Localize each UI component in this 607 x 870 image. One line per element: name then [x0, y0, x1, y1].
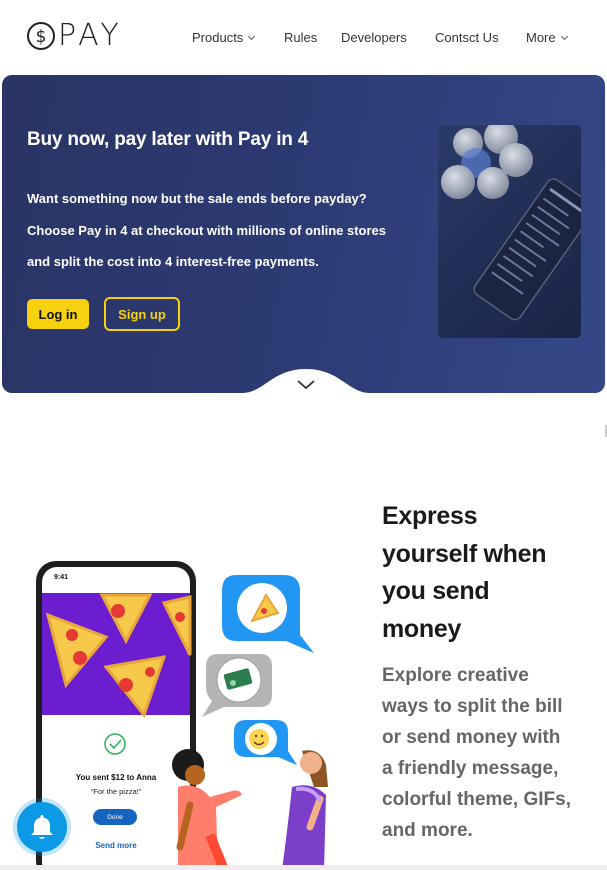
nav-developers-label: Developers	[341, 30, 407, 45]
hero-banner: Buy now, pay later with Pay in 4 Want so…	[2, 75, 605, 393]
coins-phone-illustration	[441, 125, 581, 321]
section-title-line: Express	[382, 502, 478, 530]
phone-send-more-link[interactable]: Send more	[42, 841, 190, 850]
bottom-scroll-bar	[0, 865, 607, 870]
logo-text: PAY	[58, 18, 123, 53]
section-desc-line: colorful theme, GIFs,	[382, 789, 571, 810]
chevron-down-icon	[560, 32, 568, 41]
signup-button[interactable]: Sign up	[104, 297, 180, 331]
nav-products-label: Products	[192, 30, 244, 45]
dollar-coin-icon: $	[27, 22, 55, 50]
section-title-line: you send	[382, 577, 490, 605]
nav-rules[interactable]: Rules	[284, 30, 317, 45]
scroll-down-tab[interactable]	[242, 361, 370, 393]
hero-coins-phone-image	[438, 125, 581, 338]
hero-description: Want something now but the sale ends bef…	[27, 183, 407, 278]
section-desc-line: Explore creative	[382, 665, 529, 686]
notification-bell-icon	[31, 815, 53, 839]
nav-contact-label: Contsct Us	[435, 30, 499, 45]
phone-sent-text: You sent $12 to Anna	[75, 773, 157, 782]
phone-quote: “For the pizza!”	[90, 787, 142, 796]
hero-desc-line: Choose Pay in 4 at checkout with million…	[27, 222, 387, 238]
nav-developers[interactable]: Developers	[341, 30, 407, 45]
phone-status-time: 9:41	[54, 574, 69, 581]
section-desc-line: a friendly message,	[382, 758, 559, 779]
nav-more-label: More	[526, 30, 556, 45]
section-title-line: money	[382, 614, 462, 643]
notification-bell-button[interactable]	[17, 802, 67, 852]
section-desc-line: or send money with	[382, 727, 561, 748]
nav-more[interactable]: More	[526, 30, 568, 45]
section-desc-line: and more.	[382, 820, 473, 841]
logo[interactable]: $ PAY	[26, 20, 123, 52]
nav-products[interactable]: Products	[192, 30, 256, 45]
nav-contact[interactable]: Contsct Us	[435, 30, 499, 45]
login-button[interactable]: Log in	[27, 299, 89, 329]
section-desc-line: ways to split the bill	[382, 696, 563, 717]
nav-rules-label: Rules	[284, 30, 318, 45]
section-title-line: yourself when	[382, 539, 547, 568]
section-description: Explore creative ways to split the bill …	[382, 660, 592, 846]
hero-desc-line: Want something now but the sale ends bef…	[27, 191, 367, 206]
site-header: $ PAY Products Rules Developers Contsct …	[0, 0, 607, 74]
phone-done-button[interactable]: Done	[93, 809, 137, 825]
svg-text:$: $	[36, 27, 47, 47]
chevron-down-icon	[248, 32, 256, 41]
hero-desc-line: and split the cost into 4 interest-free …	[27, 254, 319, 269]
hero-title: Buy now, pay later with Pay in 4	[27, 129, 309, 150]
section-title: Express yourself when you send money	[382, 498, 592, 648]
